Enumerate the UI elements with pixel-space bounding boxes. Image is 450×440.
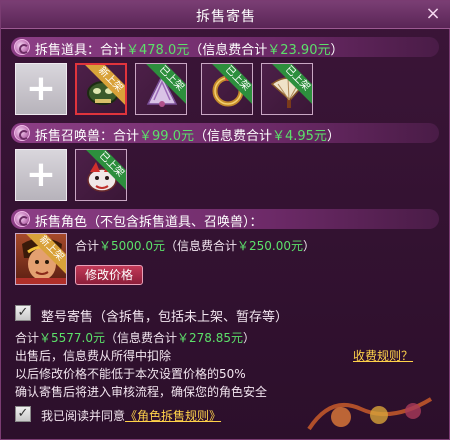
character-portrait[interactable]: 新上架 bbox=[15, 233, 67, 285]
item-slot-2[interactable]: 已上架 bbox=[135, 63, 187, 115]
whole-sale-total-line: 合计￥5577.0元（信息费合计￥278.85元） bbox=[15, 331, 256, 345]
agree-checkbox[interactable]: ✓ bbox=[15, 406, 31, 422]
whole-sale-fee: ￥278.85元 bbox=[177, 331, 244, 345]
pet-slot-1[interactable]: 已上架 bbox=[75, 149, 127, 201]
add-pet-button[interactable]: + bbox=[15, 149, 67, 201]
fee-rule-link[interactable]: 收费规则？ bbox=[353, 347, 413, 364]
swirl-icon bbox=[14, 39, 30, 55]
role-label: 拆售角色（不包含拆售道具、召唤兽）： bbox=[35, 215, 263, 230]
add-item-button[interactable]: + bbox=[15, 63, 67, 115]
pets-label: 拆售召唤兽：合计 bbox=[35, 129, 140, 144]
plus-icon: + bbox=[25, 68, 57, 109]
role-sale-rule-link[interactable]: 《角色拆售规则》 bbox=[125, 409, 221, 423]
whole-sale-checkbox[interactable]: ✓ bbox=[15, 305, 31, 321]
role-total: ￥5000.0元 bbox=[99, 239, 166, 253]
items-section-header: 拆售道具：合计￥478.0元（信息费合计￥23.90元） bbox=[11, 37, 439, 58]
note-line-3: 确认寄售后将进入审核流程，确保您的角色安全 bbox=[15, 385, 268, 399]
items-fee: ￥23.90元 bbox=[267, 43, 331, 58]
items-total: ￥478.0元 bbox=[126, 43, 190, 58]
role-section-header: 拆售角色（不包含拆售道具、召唤兽）： bbox=[11, 209, 439, 230]
role-total-line: 合计￥5000.0元（信息费合计￥250.00元） bbox=[75, 239, 316, 253]
role-fee: ￥250.00元 bbox=[237, 239, 304, 253]
whole-sale-total: ￥5577.0元 bbox=[39, 331, 106, 345]
title-bar: 拆售寄售 × bbox=[1, 1, 450, 29]
whole-sale-label: 整号寄售（含拆售，包括未上架、暂存等） bbox=[41, 310, 289, 325]
agreement-line: 我已阅读并同意《角色拆售规则》 bbox=[41, 409, 222, 423]
window-title: 拆售寄售 bbox=[196, 9, 256, 25]
item-slot-1[interactable]: 新上架 bbox=[75, 63, 127, 115]
pets-section-header: 拆售召唤兽：合计￥99.0元（信息费合计￥4.95元） bbox=[11, 123, 439, 144]
note-line-1: 出售后，信息费从所得中扣除 bbox=[15, 349, 172, 363]
modify-price-button[interactable]: 修改价格 bbox=[75, 265, 143, 285]
plus-icon: + bbox=[25, 154, 57, 195]
note-line-2: 以后修改价格不能低于本次设置价格的50% bbox=[15, 367, 246, 381]
close-icon[interactable]: × bbox=[423, 4, 443, 24]
consignment-window: 拆售寄售 × 拆售道具：合计￥478.0元（信息费合计￥23.90元） + 新上… bbox=[0, 0, 450, 440]
pets-fee: ￥4.95元 bbox=[271, 129, 327, 144]
swirl-icon bbox=[14, 125, 30, 141]
items-label: 拆售道具：合计 bbox=[35, 43, 127, 58]
game-logo bbox=[307, 397, 433, 431]
swirl-icon bbox=[14, 211, 30, 227]
item-slot-4[interactable]: 已上架 bbox=[261, 63, 313, 115]
pets-total: ￥99.0元 bbox=[139, 129, 194, 144]
item-slot-3[interactable]: 已上架 bbox=[201, 63, 253, 115]
